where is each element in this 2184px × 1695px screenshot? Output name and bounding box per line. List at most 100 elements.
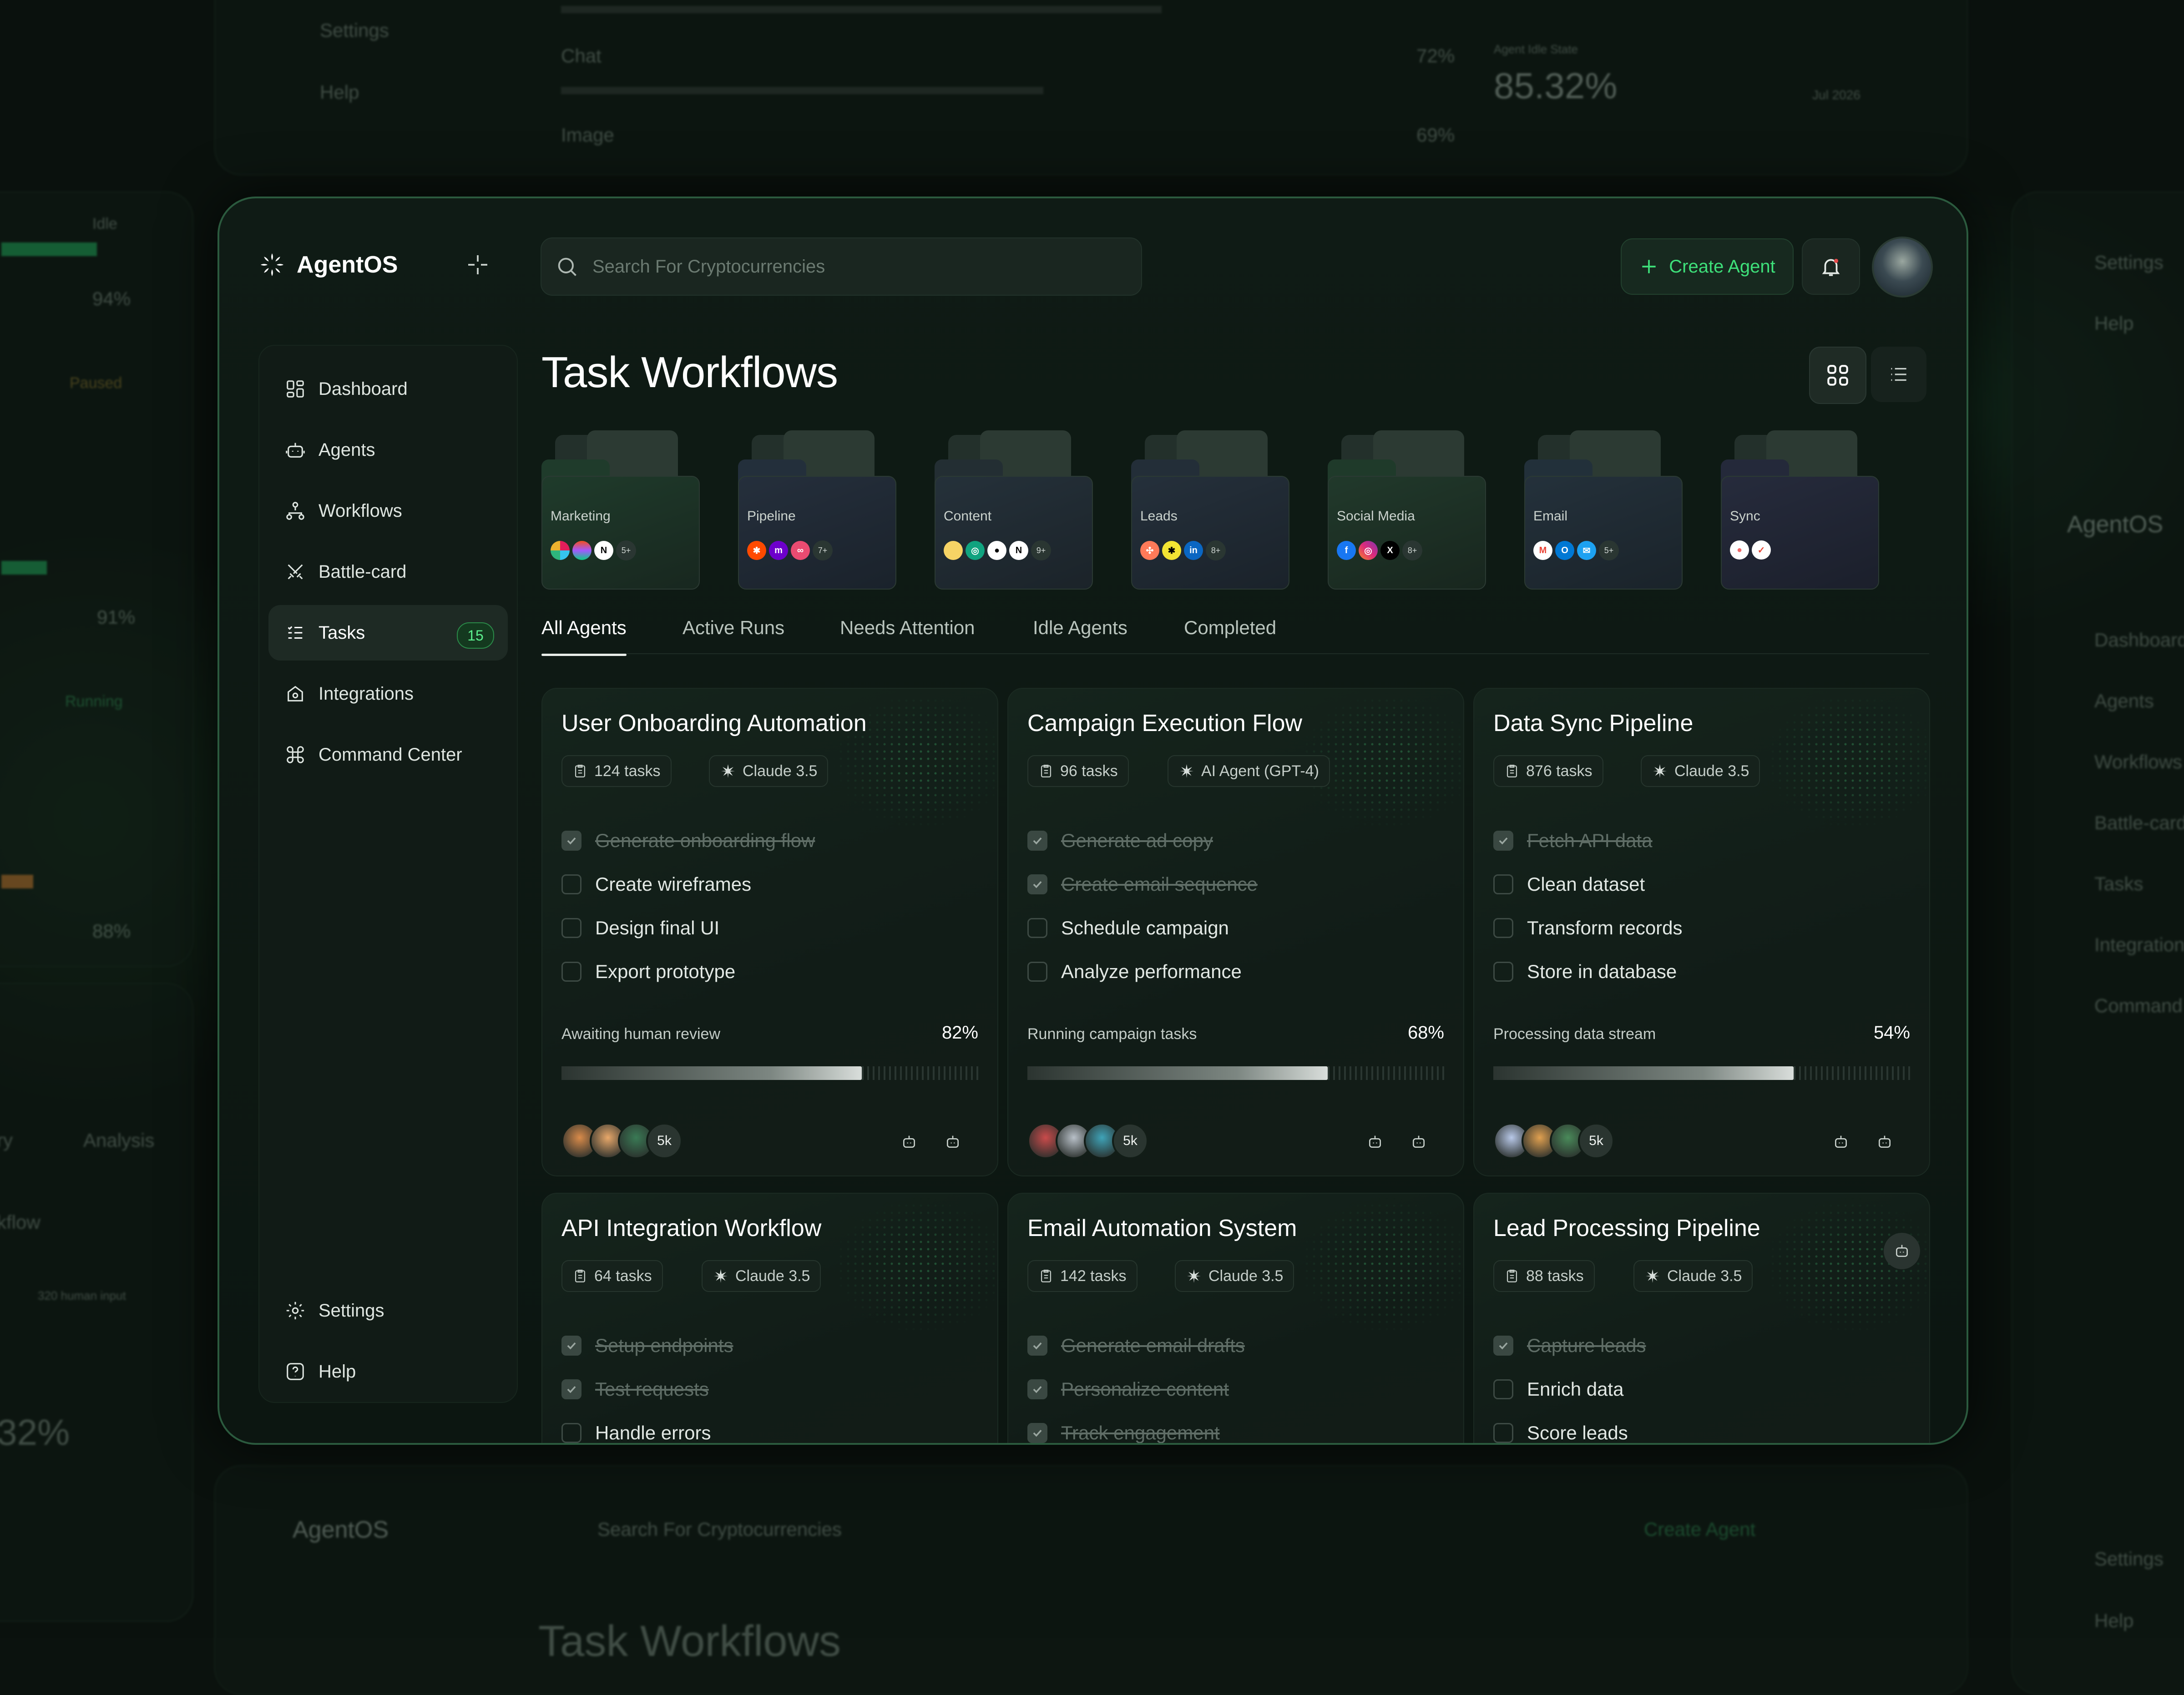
checkbox[interactable] <box>561 1379 581 1399</box>
app-logo[interactable]: AgentOS <box>258 251 398 278</box>
todo-item[interactable]: Design final UI <box>561 917 719 939</box>
sidebar-item-tasks[interactable]: Tasks 15 <box>268 605 508 661</box>
agent-action-button[interactable] <box>1825 1125 1857 1158</box>
checkbox[interactable] <box>1493 1423 1513 1443</box>
workflow-card[interactable]: API Integration Workflow 64 tasks Claude 3… <box>541 1193 998 1443</box>
card-title: API Integration Workflow <box>561 1215 822 1241</box>
create-agent-button[interactable]: Create Agent <box>1621 238 1794 295</box>
sidebar-item-dashboard[interactable]: Dashboard <box>268 361 508 417</box>
checkbox[interactable] <box>561 831 581 851</box>
notifications-button[interactable] <box>1802 238 1860 295</box>
checkbox[interactable] <box>561 874 581 894</box>
folder-leads[interactable]: Leads ✣ ✱ in 8+ <box>1131 430 1289 590</box>
folder-pipeline[interactable]: Pipeline ✱ m ∞ 7+ <box>738 430 896 590</box>
todo-item[interactable]: Setup endpoints <box>561 1335 733 1357</box>
agent-action-button[interactable] <box>1868 1125 1901 1158</box>
workflow-card[interactable]: Campaign Execution Flow 96 tasks AI Agent … <box>1007 688 1464 1176</box>
todo-label: Personalize content <box>1061 1378 1229 1400</box>
todo-item[interactable]: Generate ad copy <box>1027 830 1213 852</box>
todo-item[interactable]: Export prototype <box>561 961 735 983</box>
agent-button[interactable] <box>1884 1233 1920 1269</box>
checkbox[interactable] <box>1027 1336 1047 1356</box>
collapse-sidebar-icon[interactable] <box>465 252 490 277</box>
checkbox[interactable] <box>1027 918 1047 938</box>
team-avatars[interactable]: 5k <box>1027 1123 1148 1159</box>
checkbox[interactable] <box>1493 1336 1513 1356</box>
checkbox[interactable] <box>1027 874 1047 894</box>
tasks-count-badge: 15 <box>457 622 494 649</box>
workflow-card[interactable]: Email Automation System 142 tasks Claude 3… <box>1007 1193 1464 1443</box>
checkbox[interactable] <box>1493 1379 1513 1399</box>
task-count-chip: 96 tasks <box>1027 755 1129 787</box>
grid-view-button[interactable] <box>1809 347 1866 404</box>
tab-active-runs[interactable]: Active Runs <box>682 617 784 639</box>
agent-action-button[interactable] <box>893 1125 925 1158</box>
agent-action-button[interactable] <box>936 1125 969 1158</box>
checkbox[interactable] <box>561 1336 581 1356</box>
folder-marketing[interactable]: Marketing N 5+ <box>541 430 700 590</box>
sidebar-item-integrations[interactable]: Integrations <box>268 666 508 721</box>
bg-p1: 94% <box>92 288 131 309</box>
bg-green-bar <box>1 242 97 256</box>
todo-item[interactable]: Analyze performance <box>1027 961 1242 983</box>
todo-item[interactable]: Create email sequence <box>1027 873 1258 895</box>
sidebar-item-command-center[interactable]: Command Center <box>268 727 508 782</box>
agent-action-button[interactable] <box>1359 1125 1391 1158</box>
checkbox[interactable] <box>1493 831 1513 851</box>
workflow-card[interactable]: User Onboarding Automation 124 tasks Claud… <box>541 688 998 1176</box>
card-title: Email Automation System <box>1027 1215 1297 1241</box>
sidebar-item-battle-card[interactable]: Battle-card <box>268 544 508 600</box>
model-name: Claude 3.5 <box>743 762 818 780</box>
checkbox[interactable] <box>1493 918 1513 938</box>
todo-item[interactable]: Capture leads <box>1493 1335 1646 1357</box>
checkbox[interactable] <box>1027 831 1047 851</box>
model-sparkle-icon <box>1646 1269 1659 1283</box>
todo-item[interactable]: Test requests <box>561 1378 709 1400</box>
checkbox[interactable] <box>561 962 581 982</box>
todo-item[interactable]: Fetch API data <box>1493 830 1653 852</box>
tab-idle-agents[interactable]: Idle Agents <box>1033 617 1127 639</box>
workflow-card[interactable]: Data Sync Pipeline 876 tasks Claude 3.5 Fet… <box>1473 688 1930 1176</box>
todo-item[interactable]: Score leads <box>1493 1422 1628 1443</box>
todo-item[interactable]: Enrich data <box>1493 1378 1623 1400</box>
sidebar-item-label: Battle-card <box>318 561 407 582</box>
checkbox[interactable] <box>561 918 581 938</box>
folder-email[interactable]: Email M O ✉ 5+ <box>1524 430 1683 590</box>
tab-all-agents[interactable]: All Agents <box>541 617 627 656</box>
folder-content[interactable]: Content ◎ ● N 9+ <box>935 430 1093 590</box>
sidebar-item-agents[interactable]: Agents <box>268 422 508 478</box>
todo-item[interactable]: Handle errors <box>561 1422 711 1443</box>
folder-social-media[interactable]: Social Media f ◎ X 8+ <box>1328 430 1486 590</box>
checkbox[interactable] <box>561 1423 581 1443</box>
folder-sync[interactable]: Sync ● ✓ <box>1721 430 1879 590</box>
workflow-card[interactable]: Lead Processing Pipeline 88 tasks Claude 3… <box>1473 1193 1930 1443</box>
todo-item[interactable]: Clean dataset <box>1493 873 1645 895</box>
checkbox[interactable] <box>1027 1379 1047 1399</box>
todo-item[interactable]: Generate email drafts <box>1027 1335 1245 1357</box>
todo-item[interactable]: Generate onboarding flow <box>561 830 815 852</box>
list-view-button[interactable] <box>1871 347 1926 402</box>
tab-completed[interactable]: Completed <box>1184 617 1276 639</box>
todo-item[interactable]: Create wireframes <box>561 873 751 895</box>
todo-item[interactable]: Transform records <box>1493 917 1683 939</box>
todo-item[interactable]: Personalize content <box>1027 1378 1229 1400</box>
sidebar-item-help[interactable]: Help <box>268 1344 508 1399</box>
team-avatars[interactable]: 5k <box>561 1123 682 1159</box>
user-avatar[interactable] <box>1872 237 1933 298</box>
checkbox[interactable] <box>1027 1423 1047 1443</box>
mail-icon: ✉ <box>1577 541 1596 560</box>
todo-item[interactable]: Track engagement <box>1027 1422 1220 1443</box>
sidebar-item-settings[interactable]: Settings <box>268 1283 508 1338</box>
team-avatars[interactable]: 5k <box>1493 1123 1614 1159</box>
tasks-doc-icon <box>1507 765 1517 777</box>
search-input[interactable]: Search For Cryptocurrencies <box>541 237 1142 296</box>
sidebar-item-workflows[interactable]: Workflows <box>268 483 508 539</box>
todo-item[interactable]: Store in database <box>1493 961 1677 983</box>
todo-item[interactable]: Schedule campaign <box>1027 917 1229 939</box>
checkbox[interactable] <box>1027 962 1047 982</box>
agent-action-button[interactable] <box>1402 1125 1435 1158</box>
tab-needs-attention[interactable]: Needs Attention <box>840 617 975 639</box>
bg-r-help: Help <box>2094 313 2134 334</box>
checkbox[interactable] <box>1493 874 1513 894</box>
checkbox[interactable] <box>1493 962 1513 982</box>
